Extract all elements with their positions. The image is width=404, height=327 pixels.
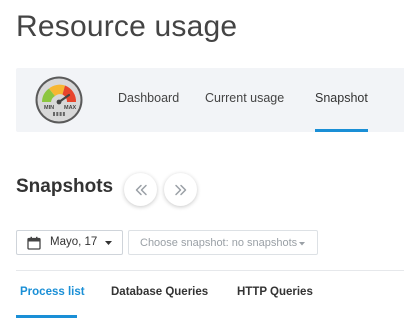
nav-item-label: Current usage bbox=[205, 91, 285, 105]
date-picker-value: Mayo, 17 bbox=[50, 236, 98, 248]
gauge-icon: MIN MAX bbox=[35, 76, 83, 124]
page-title: Resource usage bbox=[16, 10, 238, 43]
next-snapshot-button[interactable] bbox=[164, 173, 197, 206]
caret-down-icon bbox=[105, 241, 112, 245]
double-chevron-right-icon bbox=[174, 184, 186, 195]
active-nav-indicator bbox=[315, 129, 368, 132]
tab-http-queries[interactable]: HTTP Queries bbox=[237, 286, 313, 298]
nav-bar: MIN MAX Dashboard Current usage Snapshot bbox=[16, 68, 404, 132]
tab-database-queries[interactable]: Database Queries bbox=[111, 286, 208, 298]
gauge-min-label: MIN bbox=[44, 105, 54, 111]
tab-process-list[interactable]: Process list bbox=[20, 286, 85, 298]
nav-item-dashboard[interactable]: Dashboard bbox=[118, 68, 179, 132]
nav-item-label: Snapshot bbox=[315, 91, 368, 105]
double-chevron-left-icon bbox=[135, 184, 147, 195]
resource-usage-page: Resource usage MIN MAX Dashboard Current… bbox=[0, 0, 404, 327]
gauge-max-label: MAX bbox=[64, 105, 77, 111]
active-tab-indicator bbox=[16, 315, 77, 318]
previous-snapshot-button[interactable] bbox=[124, 173, 157, 206]
nav-item-label: Dashboard bbox=[118, 91, 180, 105]
section-title: Snapshots bbox=[16, 176, 114, 197]
tabs-divider bbox=[16, 270, 404, 271]
calendar-icon bbox=[27, 236, 41, 250]
caret-down-icon bbox=[299, 242, 305, 246]
snapshot-select-value: Choose snapshot: no snapshots bbox=[140, 237, 298, 249]
date-picker-button[interactable]: Mayo, 17 bbox=[16, 230, 123, 255]
snapshot-select[interactable]: Choose snapshot: no snapshots bbox=[128, 230, 318, 255]
nav-item-snapshot[interactable]: Snapshot bbox=[315, 68, 368, 132]
nav-item-current-usage[interactable]: Current usage bbox=[205, 68, 284, 132]
